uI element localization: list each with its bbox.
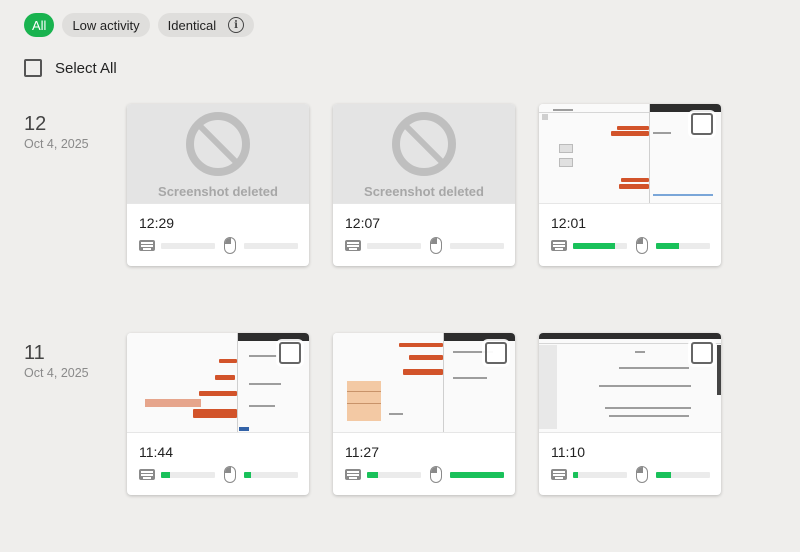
group-hour-label: 12: [24, 113, 47, 135]
keyboard-icon: [139, 240, 155, 251]
group-date-label: Oct 4, 2025: [24, 137, 89, 151]
screenshot-time: 12:07: [345, 215, 381, 231]
mouse-icon: [224, 237, 236, 254]
group-date-label: Oct 4, 2025: [24, 366, 89, 380]
select-all-checkbox[interactable]: [24, 59, 42, 77]
mouse-icon: [636, 237, 648, 254]
keyboard-icon: [139, 469, 155, 480]
keyboard-activity-bar: [161, 472, 215, 478]
mouse-icon: [430, 237, 442, 254]
screenshot-card[interactable]: Screenshot deleted 12:29: [127, 104, 309, 266]
mouse-activity-bar: [450, 472, 504, 478]
ban-icon: [392, 112, 456, 176]
screenshot-card[interactable]: 11:27: [333, 333, 515, 495]
mouse-activity-bar: [656, 243, 710, 249]
filter-identical-chip[interactable]: Identical i: [157, 13, 255, 37]
ban-icon: [186, 112, 250, 176]
filter-low-activity-chip[interactable]: Low activity: [62, 13, 150, 37]
keyboard-icon: [345, 240, 361, 251]
screenshot-card[interactable]: 12:01: [539, 104, 721, 266]
select-all-label: Select All: [55, 59, 117, 77]
screenshot-card[interactable]: 11:44: [127, 333, 309, 495]
screenshot-deleted-label: Screenshot deleted: [364, 184, 484, 199]
screenshot-time: 11:44: [139, 444, 173, 460]
screenshot-card[interactable]: Screenshot deleted 12:07: [333, 104, 515, 266]
card-checkbox[interactable]: [691, 113, 713, 135]
mouse-activity-bar: [244, 243, 298, 249]
mouse-activity-bar: [244, 472, 298, 478]
keyboard-activity-bar: [367, 472, 421, 478]
mouse-activity-bar: [450, 243, 504, 249]
keyboard-activity-bar: [573, 472, 627, 478]
keyboard-icon: [345, 469, 361, 480]
filter-identical-label: Identical: [167, 17, 217, 33]
keyboard-activity-bar: [367, 243, 421, 249]
screenshot-thumbnail[interactable]: [333, 333, 515, 433]
screenshot-deleted-thumbnail: Screenshot deleted: [333, 104, 515, 204]
screenshot-thumbnail[interactable]: [127, 333, 309, 433]
card-checkbox[interactable]: [279, 342, 301, 364]
keyboard-icon: [551, 240, 567, 251]
mouse-icon: [224, 466, 236, 483]
mouse-activity-bar: [656, 472, 710, 478]
filter-bar: All Low activity Identical i: [24, 13, 255, 37]
keyboard-icon: [551, 469, 567, 480]
info-icon[interactable]: i: [228, 17, 245, 33]
screenshot-time: 12:01: [551, 215, 587, 231]
mouse-icon: [430, 466, 442, 483]
card-checkbox[interactable]: [691, 342, 713, 364]
screenshot-thumbnail[interactable]: [539, 333, 721, 433]
keyboard-activity-bar: [161, 243, 215, 249]
card-checkbox[interactable]: [485, 342, 507, 364]
mouse-icon: [636, 466, 648, 483]
screenshot-thumbnail[interactable]: [539, 104, 721, 204]
screenshot-deleted-label: Screenshot deleted: [158, 184, 278, 199]
screenshot-deleted-thumbnail: Screenshot deleted: [127, 104, 309, 204]
screenshot-time: 11:27: [345, 444, 379, 460]
keyboard-activity-bar: [573, 243, 627, 249]
group-hour-label: 11: [24, 342, 45, 364]
screenshot-time: 12:29: [139, 215, 175, 231]
screenshot-time: 11:10: [551, 444, 585, 460]
screenshot-card[interactable]: 11:10: [539, 333, 721, 495]
filter-all-chip[interactable]: All: [24, 13, 55, 37]
select-all[interactable]: Select All: [24, 59, 117, 77]
